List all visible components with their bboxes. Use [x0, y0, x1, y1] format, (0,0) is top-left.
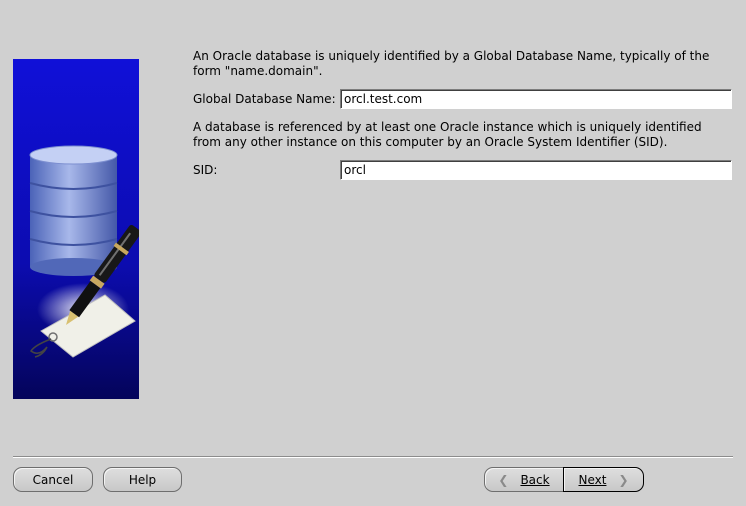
sid-label: SID:	[193, 163, 218, 177]
global-database-name-label: Global Database Name:	[193, 92, 336, 106]
global-database-name-input[interactable]	[340, 89, 732, 109]
next-button[interactable]: Next ❯	[563, 467, 644, 492]
sid-intro-text: A database is referenced by at least one…	[193, 120, 702, 149]
cancel-button-label: Cancel	[32, 472, 74, 487]
chevron-left-icon: ❮	[498, 472, 509, 487]
help-button-label: Help	[128, 472, 157, 487]
cancel-button[interactable]: Cancel	[13, 467, 93, 492]
back-button[interactable]: ❮ Back	[484, 467, 564, 492]
back-button-label: Back	[520, 472, 550, 487]
chevron-right-icon: ❯	[618, 472, 629, 487]
intro-text: An Oracle database is uniquely identifie…	[193, 49, 710, 78]
wizard-illustration	[13, 59, 139, 399]
sid-input[interactable]	[340, 160, 732, 180]
next-button-label: Next	[578, 472, 607, 487]
help-button[interactable]: Help	[103, 467, 182, 492]
footer-separator	[13, 456, 733, 458]
database-pen-illustration-icon	[13, 59, 139, 399]
